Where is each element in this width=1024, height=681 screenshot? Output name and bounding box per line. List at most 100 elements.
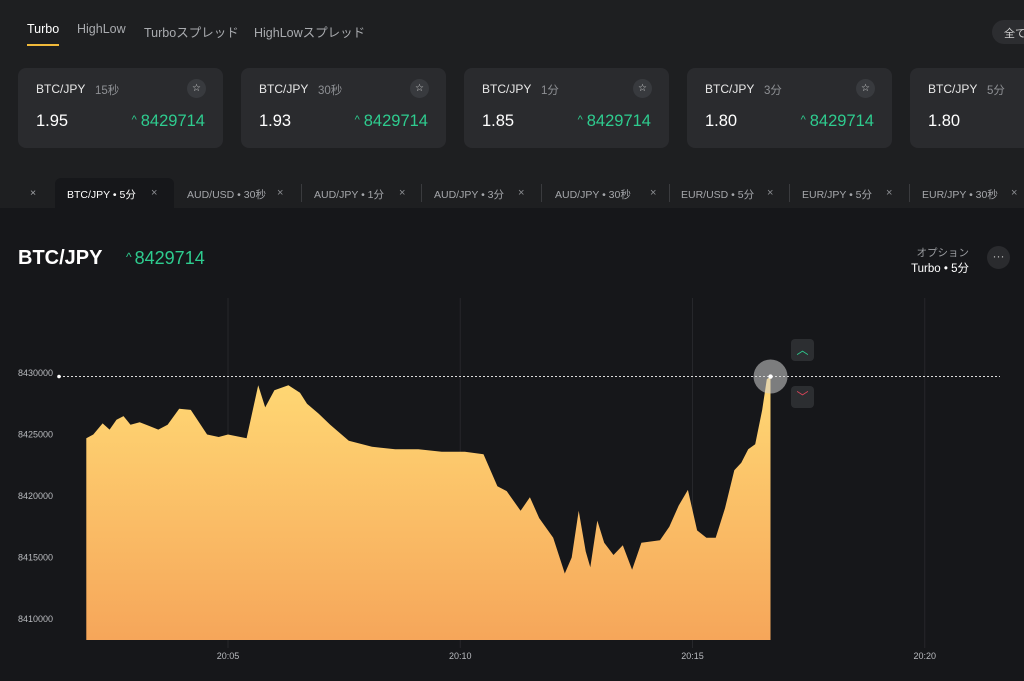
y-axis-labels: 8430000 8425000 8420000 8415000 8410000 xyxy=(18,368,53,624)
mode-tabs: Turbo HighLow Turboスプレッド HighLowスプレッド 全て xyxy=(0,0,1024,48)
card-price-value: 8429714 xyxy=(363,112,428,130)
chart-tab-label: AUD/JPY • 30秒 xyxy=(555,189,631,201)
all-assets-button[interactable]: 全て xyxy=(992,20,1024,44)
card-payout: 1.80 xyxy=(705,112,738,130)
tab-turbo[interactable]: Turbo xyxy=(27,22,60,46)
chart-tab-label: BTC/JPY • 5分 xyxy=(67,189,136,201)
asset-price: ^ 8429714 xyxy=(126,248,205,269)
option-value[interactable]: Turbo • 5分 xyxy=(911,260,969,276)
close-icon[interactable]: × xyxy=(399,187,405,199)
card-duration: 1分 xyxy=(541,85,559,97)
chart-tab[interactable]: EUR/USD • 5分 × xyxy=(681,178,781,208)
close-icon[interactable]: × xyxy=(1011,187,1017,199)
star-icon[interactable]: ☆ xyxy=(410,79,429,98)
card-payout: 1.95 xyxy=(36,112,69,130)
card-payout: 1.80 xyxy=(928,112,961,130)
tab-highlow[interactable]: HighLow xyxy=(77,22,126,36)
more-options-button[interactable]: ··· xyxy=(987,246,1010,269)
x-tick-label: 20:20 xyxy=(913,651,936,661)
asset-card[interactable]: BTC/JPY 3分 ☆ 1.80 ^ 8429714 xyxy=(687,68,892,148)
chart-tab[interactable]: AUD/JPY • 3分 × xyxy=(434,178,534,208)
price-area xyxy=(86,376,771,640)
chart-tab-label: AUD/USD • 30秒 xyxy=(187,189,266,201)
up-arrow-icon: ^ xyxy=(131,114,137,126)
y-tick-label: 8430000 xyxy=(18,368,53,378)
close-icon[interactable]: × xyxy=(886,187,892,199)
star-icon[interactable]: ☆ xyxy=(187,79,206,98)
star-icon[interactable]: ☆ xyxy=(856,79,875,98)
card-price: ^ 8429714 xyxy=(801,112,874,131)
chart-tab[interactable]: EUR/JPY • 30秒 × xyxy=(922,178,1024,208)
x-axis-labels: 20:05 20:10 20:15 20:20 xyxy=(217,651,936,661)
close-icon[interactable]: × xyxy=(767,187,773,199)
current-price-dot xyxy=(768,374,773,379)
tab-divider xyxy=(789,184,790,202)
option-label: オプション xyxy=(916,247,970,259)
tab-divider xyxy=(909,184,910,202)
chart-tab-label: AUD/JPY • 1分 xyxy=(314,189,385,201)
card-payout: 1.93 xyxy=(259,112,292,130)
card-duration: 3分 xyxy=(764,85,782,97)
tab-turbo-spread[interactable]: Turboスプレッド xyxy=(144,22,239,41)
card-pair: BTC/JPY xyxy=(705,82,755,96)
close-icon[interactable]: × xyxy=(151,187,157,199)
chart-tab[interactable]: BTC/JPY • 5分 × xyxy=(55,178,174,208)
tab-divider xyxy=(669,184,670,202)
asset-card[interactable]: BTC/JPY 30秒 ☆ 1.93 ^ 8429714 xyxy=(241,68,446,148)
up-arrow-icon: ^ xyxy=(577,114,583,126)
close-icon[interactable]: × xyxy=(277,187,283,199)
asset-card[interactable]: BTC/JPY 5分 1.80 xyxy=(910,68,1024,148)
tab-divider xyxy=(421,184,422,202)
tab-divider xyxy=(301,184,302,202)
chart-panel: 8430000 8425000 8420000 8415000 8410000 20:0… xyxy=(0,208,1024,681)
card-pair: BTC/JPY xyxy=(482,82,532,96)
up-arrow-icon: ^ xyxy=(126,250,132,264)
asset-card[interactable]: BTC/JPY 15秒 ☆ 1.95 ^ 8429714 xyxy=(18,68,223,148)
star-icon[interactable]: ☆ xyxy=(633,79,652,98)
low-button[interactable]: ﹀ xyxy=(791,386,814,408)
card-price: ^ 8429714 xyxy=(578,112,651,131)
card-price-value: 8429714 xyxy=(809,112,874,130)
card-duration: 30秒 xyxy=(318,85,343,97)
price-line-start-dot xyxy=(57,374,61,379)
card-price-value: 8429714 xyxy=(140,112,205,130)
chevron-up-icon: ︿ xyxy=(796,343,809,357)
chart-tab[interactable]: AUD/USD • 30秒 × xyxy=(187,178,297,208)
up-arrow-icon: ^ xyxy=(354,114,360,126)
chart-tab[interactable]: EUR/JPY • 5分 × xyxy=(802,178,902,208)
up-arrow-icon: ^ xyxy=(800,114,806,126)
card-payout: 1.85 xyxy=(482,112,515,130)
price-chart[interactable]: 8430000 8425000 8420000 8415000 8410000 20:0… xyxy=(0,208,1024,681)
x-tick-label: 20:05 xyxy=(217,651,240,661)
chart-tabs: × BTC/JPY • 5分 × AUD/USD • 30秒 × AUD/JPY… xyxy=(0,178,1024,208)
chevron-down-icon: ﹀ xyxy=(796,390,809,404)
chart-tab[interactable]: AUD/JPY • 30秒 × xyxy=(555,178,667,208)
asset-card[interactable]: BTC/JPY 1分 ☆ 1.85 ^ 8429714 xyxy=(464,68,669,148)
close-icon[interactable]: × xyxy=(518,187,524,199)
close-icon[interactable]: × xyxy=(30,178,36,208)
y-tick-label: 8420000 xyxy=(18,491,53,501)
asset-price-value: 8429714 xyxy=(134,248,205,268)
close-icon[interactable]: × xyxy=(650,187,656,199)
chart-tab-label: AUD/JPY • 3分 xyxy=(434,189,505,201)
chart-tab-label: EUR/JPY • 5分 xyxy=(802,189,873,201)
card-duration: 15秒 xyxy=(95,85,120,97)
card-pair: BTC/JPY xyxy=(36,82,86,96)
tab-highlow-spread[interactable]: HighLowスプレッド xyxy=(254,22,365,41)
chart-tab-label: EUR/USD • 5分 xyxy=(681,189,755,201)
y-tick-label: 8425000 xyxy=(18,430,53,440)
chart-tab-label: EUR/JPY • 30秒 xyxy=(922,189,998,201)
card-price: ^ 8429714 xyxy=(132,112,205,131)
y-tick-label: 8415000 xyxy=(18,553,53,563)
card-pair: BTC/JPY xyxy=(928,82,978,96)
x-tick-label: 20:10 xyxy=(449,651,472,661)
card-pair: BTC/JPY xyxy=(259,82,309,96)
card-duration: 5分 xyxy=(987,85,1005,97)
chart-tab[interactable]: AUD/JPY • 1分 × xyxy=(314,178,414,208)
card-price: ^ 8429714 xyxy=(355,112,428,131)
asset-title: BTC/JPY xyxy=(18,247,103,269)
y-tick-label: 8410000 xyxy=(18,614,53,624)
tab-divider xyxy=(541,184,542,202)
high-button[interactable]: ︿ xyxy=(791,339,814,361)
card-price-value: 8429714 xyxy=(586,112,651,130)
